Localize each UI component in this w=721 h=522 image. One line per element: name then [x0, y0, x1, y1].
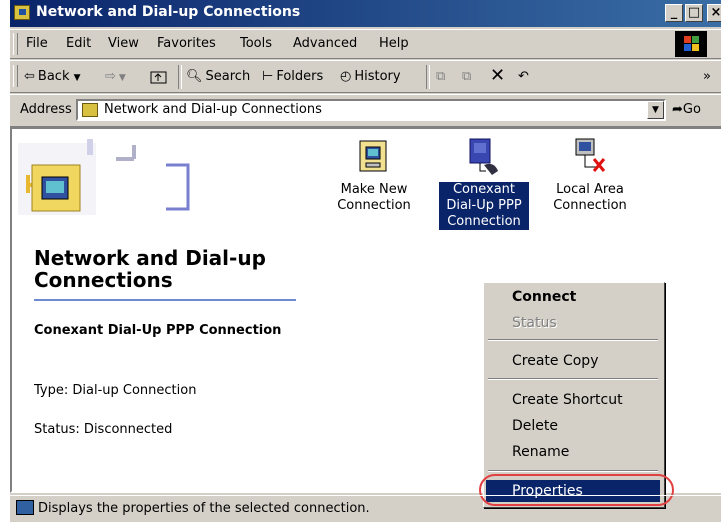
status-bar: Displays the properties of the selected … [10, 495, 721, 522]
selected-connection-name: Conexant Dial-Up PPP Connection [34, 323, 282, 338]
history-button[interactable]: ◴ History [340, 69, 401, 84]
go-arrow-icon: ➦ [672, 102, 683, 117]
menu-view[interactable]: View [108, 36, 139, 51]
history-label: History [354, 69, 401, 84]
page-title: Network and Dial-up Connections [34, 246, 266, 292]
menu-separator [488, 339, 658, 341]
network-folder-icon [82, 103, 98, 117]
up-folder-icon [150, 71, 167, 84]
menu-create-shortcut[interactable]: Create Shortcut [486, 389, 660, 411]
go-button[interactable]: ➦Go [672, 102, 701, 117]
item-label: Make New Connection [337, 182, 411, 213]
address-bar: Address Network and Dial-up Connections … [10, 94, 721, 127]
up-folder-button[interactable] [150, 69, 168, 88]
back-arrow-icon: ⇦ [24, 69, 35, 84]
address-dropdown-button[interactable]: ▼ [647, 101, 664, 119]
back-label: Back [37, 69, 70, 84]
explorer-window: Network and Dial-up Connections _ □ × Fi… [8, 0, 721, 522]
toolbar-overflow-button[interactable]: » [703, 69, 711, 84]
menu-help[interactable]: Help [379, 36, 409, 51]
title-bar[interactable]: Network and Dial-up Connections _ □ × [10, 0, 721, 27]
window-title: Network and Dial-up Connections [36, 4, 301, 20]
maximize-button[interactable]: □ [685, 4, 703, 22]
copy-to-button[interactable]: ⧉ [462, 69, 471, 84]
toolbar-grip[interactable] [13, 33, 18, 55]
forward-arrow-icon: ⇨ [105, 69, 116, 84]
go-label: Go [682, 102, 701, 117]
history-icon: ◴ [340, 69, 352, 84]
dialup-connection-icon [469, 138, 498, 175]
search-label: Search [205, 69, 251, 84]
move-to-icon: ⧉ [436, 69, 446, 84]
menu-separator [488, 378, 658, 380]
item-conexant-dialup[interactable]: Conexant Dial-Up PPP Connection [439, 137, 529, 230]
menu-bar: File Edit View Favorites Tools Advanced … [10, 29, 721, 59]
undo-button[interactable]: ↶ [518, 69, 529, 84]
address-label: Address [20, 102, 72, 117]
toolbar-separator [178, 65, 182, 89]
connection-status: Status: Disconnected [34, 422, 173, 437]
copy-to-icon: ⧉ [462, 69, 472, 84]
menu-rename[interactable]: Rename [486, 441, 660, 463]
forward-dropdown-icon[interactable]: ▼ [119, 73, 126, 83]
close-button[interactable]: × [707, 4, 721, 22]
delete-x-icon: ✕ [490, 65, 506, 86]
back-button[interactable]: ⇦ Back ▼ [24, 69, 81, 84]
menu-advanced[interactable]: Advanced [293, 36, 357, 51]
menu-file[interactable]: File [26, 36, 48, 51]
network-folder-banner-icon [18, 139, 190, 215]
windows-logo-icon [675, 31, 707, 57]
item-local-area-connection[interactable]: Local Area Connection [540, 137, 640, 214]
standard-toolbar: ⇦ Back ▼ ⇨ ▼ 🔍︎ Search ⊢ Folders ◴ History ⧉ … [10, 60, 721, 93]
menu-edit[interactable]: Edit [66, 36, 91, 51]
menu-status[interactable]: Status [486, 312, 660, 334]
address-value: Network and Dial-up Connections [104, 102, 322, 117]
search-icon: 🔍︎ [186, 69, 203, 84]
connection-type: Type: Dial-up Connection [34, 383, 197, 398]
minimize-button[interactable]: _ [665, 4, 683, 22]
search-button[interactable]: 🔍︎ Search [186, 69, 250, 84]
toolbar-separator [426, 65, 430, 89]
menu-separator [488, 470, 658, 472]
status-text: Displays the properties of the selected … [38, 501, 370, 516]
item-label: Local Area Connection [553, 182, 627, 213]
folders-label: Folders [276, 69, 324, 84]
menu-create-copy[interactable]: Create Copy [486, 350, 660, 372]
move-to-button[interactable]: ⧉ [436, 69, 445, 84]
back-dropdown-icon[interactable]: ▼ [74, 73, 81, 83]
menu-connect[interactable]: Connect [486, 286, 660, 308]
undo-icon: ↶ [518, 69, 529, 84]
menu-delete[interactable]: Delete [486, 415, 660, 437]
connection-status-icon [16, 500, 34, 515]
toolbar-grip[interactable] [13, 65, 18, 87]
heading-underline [34, 299, 296, 301]
menu-tools[interactable]: Tools [240, 36, 272, 51]
item-make-new-connection[interactable]: Make New Connection [324, 137, 424, 214]
make-new-connection-icon [359, 140, 387, 172]
lan-disconnected-icon [575, 138, 606, 172]
folders-tree-icon: ⊢ [262, 69, 274, 84]
item-label: Conexant Dial-Up PPP Connection [439, 182, 529, 230]
folders-button[interactable]: ⊢ Folders [262, 69, 323, 84]
address-input[interactable]: Network and Dial-up Connections ▼ [76, 99, 666, 121]
network-folder-icon [14, 5, 30, 20]
forward-button[interactable]: ⇨ ▼ [105, 69, 126, 84]
menu-favorites[interactable]: Favorites [157, 36, 216, 51]
delete-button[interactable]: ✕ [490, 65, 505, 86]
